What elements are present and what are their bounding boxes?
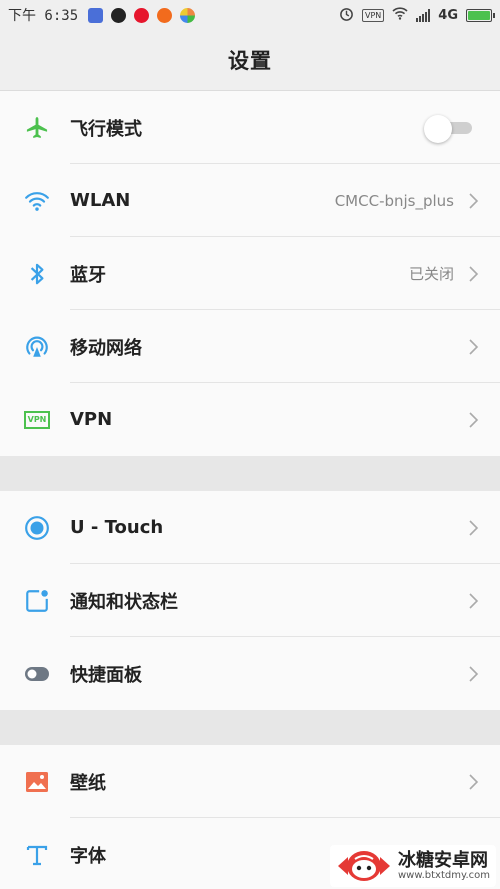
settings-group-controls: U - Touch 通知和状态栏 快捷面板 — [0, 491, 500, 710]
chevron-right-icon — [468, 265, 480, 283]
setting-label: 蓝牙 — [70, 264, 106, 286]
setting-label: 飞行模式 — [70, 118, 142, 140]
chevron-right-icon — [468, 411, 480, 429]
app-bar: 设置 — [0, 30, 500, 91]
setting-row-u-touch[interactable]: U - Touch — [0, 491, 500, 564]
battery-icon — [466, 8, 495, 22]
page-title: 设置 — [228, 49, 272, 73]
watermark-title: 冰糖安卓网 — [397, 849, 488, 871]
vpn-icon: VPN — [23, 407, 51, 433]
watermark-url: www.btxtdmy.com — [397, 870, 490, 882]
airplane-mode-toggle[interactable] — [424, 114, 472, 143]
airplane-icon — [24, 115, 50, 141]
app-notification-icon — [157, 7, 173, 23]
weibo-notification-icon — [134, 7, 150, 23]
group-divider — [0, 456, 500, 491]
chevron-right-icon — [468, 665, 480, 683]
setting-row-wallpaper[interactable]: 壁纸 — [0, 745, 500, 818]
wifi-status-icon — [392, 6, 408, 24]
setting-label: 壁纸 — [70, 772, 106, 794]
site-watermark: 冰糖安卓网 www.btxtdmy.com — [329, 845, 496, 887]
setting-row-airplane-mode[interactable]: 飞行模式 — [0, 91, 500, 164]
candy-logo — [337, 851, 390, 881]
bluetooth-icon — [24, 261, 50, 287]
bluetooth-status: 已关闭 — [408, 265, 454, 283]
font-icon — [24, 842, 50, 868]
u-touch-icon — [24, 515, 50, 541]
chevron-right-icon — [468, 192, 480, 210]
clock: 下午 6:35 — [8, 8, 79, 24]
setting-row-mobile-network[interactable]: 移动网络 — [0, 310, 500, 383]
chevron-right-icon — [468, 592, 480, 610]
setting-label: WLAN — [70, 190, 131, 211]
group-divider — [0, 710, 500, 745]
chevron-right-icon — [468, 519, 480, 537]
qq-notification-icon — [111, 7, 127, 23]
setting-row-quick-panel[interactable]: 快捷面板 — [0, 637, 500, 710]
setting-label: U - Touch — [70, 517, 164, 538]
setting-row-notifications[interactable]: 通知和状态栏 — [0, 564, 500, 637]
setting-label: 通知和状态栏 — [70, 591, 178, 613]
network-type: 4G — [438, 7, 458, 23]
mobile-network-icon — [24, 334, 50, 360]
shield-notification-icon — [88, 7, 104, 23]
chevron-right-icon — [468, 338, 480, 356]
notification-icon — [24, 588, 50, 614]
quick-panel-icon — [24, 661, 50, 687]
browser-notification-icon — [180, 7, 196, 23]
setting-label: 移动网络 — [70, 337, 142, 359]
vpn-status-badge: VPN — [362, 8, 385, 22]
alarm-icon — [339, 6, 354, 25]
setting-label: VPN — [70, 409, 113, 430]
chevron-right-icon — [468, 773, 480, 791]
wifi-icon — [24, 188, 50, 214]
setting-label: 快捷面板 — [70, 664, 142, 686]
status-bar: 下午 6:35 VPN 4G — [0, 0, 500, 30]
setting-row-wlan[interactable]: WLAN CMCC-bnjs_plus — [0, 164, 500, 237]
setting-row-bluetooth[interactable]: 蓝牙 已关闭 — [0, 237, 500, 310]
settings-group-network: 飞行模式 WLAN CMCC-bnjs_plus 蓝牙 已关闭 移动网络 VPN… — [0, 91, 500, 456]
wlan-network-name: CMCC-bnjs_plus — [334, 191, 454, 210]
wallpaper-icon — [24, 769, 50, 795]
signal-strength-icon — [416, 8, 431, 22]
setting-row-vpn[interactable]: VPN VPN — [0, 383, 500, 456]
